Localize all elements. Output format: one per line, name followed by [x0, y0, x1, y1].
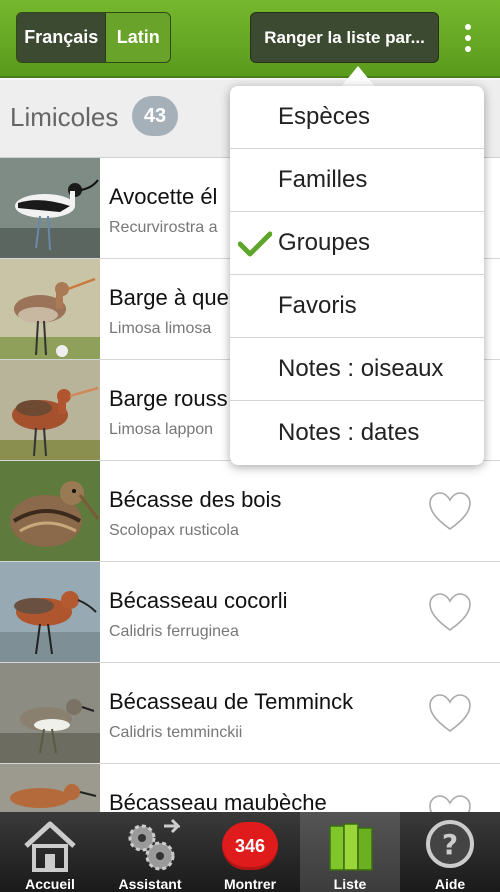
svg-text:?: ?: [442, 828, 458, 861]
gears-icon: [128, 818, 180, 871]
kebab-menu-icon[interactable]: [455, 18, 481, 58]
bird-photo: [0, 461, 100, 561]
top-bar: Français Latin Ranger la liste par...: [0, 0, 500, 78]
tab-label: Assistant: [118, 876, 182, 892]
tab-montrer[interactable]: 346 Montrer: [200, 812, 300, 892]
bottom-tab-bar: Accueil Assistant 346 Montrer Liste ? Ai…: [0, 812, 500, 892]
tab-assistant[interactable]: Assistant: [100, 812, 200, 892]
french-button[interactable]: Français: [17, 13, 107, 62]
menu-item-label: Favoris: [278, 292, 357, 319]
bird-photo: [0, 259, 100, 359]
list-item[interactable]: Bécasseau de Temminck Calidris temmincki…: [0, 663, 500, 764]
list-item[interactable]: Bécasseau maubèche: [0, 764, 500, 812]
bird-name: Bécasseau cocorli: [109, 588, 288, 613]
menu-item-label: Notes : oiseaux: [278, 355, 444, 382]
menu-item-notes-dates[interactable]: Notes : dates: [230, 401, 484, 464]
heart-icon[interactable]: [428, 794, 472, 812]
home-icon: [24, 821, 76, 872]
language-toggle: Français Latin: [16, 12, 171, 63]
menu-item-label: Groupes: [278, 229, 371, 256]
bird-name: Bécasseau maubèche: [109, 790, 327, 812]
bird-name: Barge à que: [109, 285, 229, 310]
bird-latin-name: Calidris temminckii: [109, 724, 243, 741]
bird-latin-name: Calidris ferruginea: [109, 623, 239, 640]
bird-photo: [0, 360, 100, 460]
heart-icon[interactable]: [428, 592, 472, 634]
help-icon: ?: [426, 820, 474, 868]
menu-item-groupes[interactable]: Groupes: [230, 212, 484, 275]
menu-item-label: Notes : dates: [278, 418, 420, 446]
tab-label: Liste: [333, 876, 367, 892]
heart-icon[interactable]: [428, 491, 472, 533]
tab-accueil[interactable]: Accueil: [0, 812, 100, 892]
bird-name: Bécasse des bois: [109, 487, 282, 512]
menu-item-notes-oiseaux[interactable]: Notes : oiseaux: [230, 338, 484, 401]
bird-latin-name: Limosa lappon: [109, 421, 214, 438]
tab-label: Aide: [434, 876, 466, 892]
count-badge: 346: [222, 822, 278, 870]
bird-latin-name: Scolopax rusticola: [109, 522, 239, 539]
check-icon: [238, 231, 272, 257]
bird-photo: [0, 158, 100, 258]
tab-label: Accueil: [25, 876, 75, 892]
section-count-badge: 43: [132, 96, 178, 136]
bird-latin-name: Limosa limosa: [109, 320, 212, 337]
bird-photo: [0, 764, 100, 812]
tab-label: Montrer: [223, 876, 277, 892]
menu-item-label: Familles: [278, 166, 368, 193]
menu-pointer: [340, 66, 376, 88]
menu-item-label: Espèces: [278, 103, 371, 130]
bird-name: Barge rouss: [109, 386, 228, 411]
menu-item-familles[interactable]: Familles: [230, 149, 484, 212]
menu-item-favoris[interactable]: Favoris: [230, 275, 484, 338]
bird-photo: [0, 663, 100, 763]
menu-item-especes[interactable]: Espèces: [230, 86, 484, 149]
latin-button[interactable]: Latin: [106, 13, 170, 62]
sort-menu: Espèces Familles Groupes Favoris Notes :…: [230, 86, 484, 465]
tab-liste[interactable]: Liste: [300, 812, 400, 892]
list-item[interactable]: Bécasse des bois Scolopax rusticola: [0, 461, 500, 562]
bird-photo: [0, 562, 100, 662]
tab-aide[interactable]: ? Aide: [400, 812, 500, 892]
bird-latin-name: Recurvirostra a: [109, 219, 218, 236]
heart-icon[interactable]: [428, 693, 472, 735]
bird-name: Bécasseau de Temminck: [109, 689, 354, 714]
sort-list-button[interactable]: Ranger la liste par...: [250, 12, 439, 63]
book-icon: [329, 823, 373, 871]
section-title: Limicoles: [10, 102, 119, 132]
list-item[interactable]: Bécasseau cocorli Calidris ferruginea: [0, 562, 500, 663]
bird-name: Avocette él: [109, 184, 218, 209]
